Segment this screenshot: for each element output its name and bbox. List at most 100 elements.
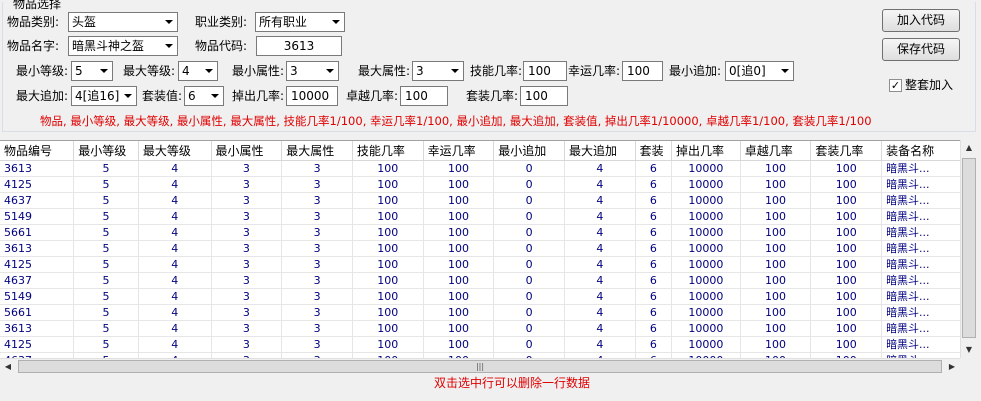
chevron-down-icon bbox=[322, 62, 338, 80]
table-row[interactable]: 4637543310010004610000100100暗黑斗... bbox=[0, 272, 960, 289]
table-row[interactable]: 4125 5 4 3 3 100 100 0 4 6 10000 100 100 暗黑斗... bbox=[0, 336, 960, 353]
table-cell: 100 bbox=[810, 176, 883, 193]
table-cell: 4125 bbox=[0, 336, 75, 353]
table-cell: 5 bbox=[73, 192, 139, 209]
column-header[interactable]: 套装 bbox=[635, 141, 673, 161]
category-label: 物品类别: bbox=[7, 15, 60, 29]
max-level-combo[interactable]: 4 bbox=[178, 61, 218, 81]
set-rate-label: 套装几率: bbox=[466, 89, 519, 103]
min-attr-combo[interactable]: 3 bbox=[286, 61, 339, 81]
chevron-down-icon bbox=[207, 87, 223, 105]
category-value: 头盔 bbox=[72, 15, 97, 29]
table-cell: 暗黑斗... bbox=[881, 208, 960, 225]
table-cell: 3613 bbox=[0, 240, 75, 257]
table-cell: 6 bbox=[635, 224, 673, 241]
table-cell: 4 bbox=[564, 336, 636, 353]
table-cell: 暗黑斗... bbox=[881, 224, 960, 241]
set-value-combo[interactable]: 6 bbox=[184, 86, 224, 106]
max-attr-combo[interactable]: 3 bbox=[412, 61, 464, 81]
table-cell: 100 bbox=[423, 160, 495, 177]
table-cell: 5 bbox=[73, 208, 139, 225]
scroll-right-icon[interactable]: ▶ bbox=[944, 359, 960, 375]
category-combo[interactable]: 头盔 bbox=[68, 12, 178, 32]
table-row[interactable]: 5661 5 4 3 3 100 100 0 4 6 10000 100 100 暗黑斗... bbox=[0, 304, 960, 321]
table-row[interactable]: 3613 5 4 3 3 100 100 0 4 6 10000 100 100 暗黑斗... bbox=[0, 240, 960, 257]
column-header[interactable]: 技能几率 bbox=[352, 141, 424, 161]
table-row[interactable]: 5661 5 4 3 3 100 100 0 4 6 10000 100 100 暗黑斗... bbox=[0, 224, 960, 241]
table-cell: 4 bbox=[564, 288, 636, 305]
drop-rate-input[interactable]: 10000 bbox=[286, 86, 338, 106]
table-cell: 6 bbox=[635, 176, 673, 193]
table-cell: 100 bbox=[740, 240, 812, 257]
luck-rate-label: 幸运几率: bbox=[568, 64, 621, 78]
table-row[interactable]: 4637543310010004610000100100暗黑斗... bbox=[0, 192, 960, 209]
column-header[interactable]: 最大追加 bbox=[564, 141, 636, 161]
column-header[interactable]: 最小等级 bbox=[73, 141, 139, 161]
column-header[interactable]: 装备名称 bbox=[881, 141, 960, 161]
min-level-label: 最小等级: bbox=[16, 64, 69, 78]
scroll-up-icon[interactable]: ▲ bbox=[961, 140, 977, 156]
table-cell: 4 bbox=[138, 192, 212, 209]
table-cell: 3 bbox=[211, 256, 283, 273]
table-cell: 5 bbox=[73, 256, 139, 273]
save-code-button[interactable]: 保存代码 bbox=[882, 38, 960, 61]
table-cell: 3 bbox=[281, 224, 353, 241]
whole-set-checkbox[interactable]: ✓ bbox=[889, 79, 902, 92]
table-cell: 5 bbox=[73, 272, 139, 289]
table-row[interactable]: 5149 5 4 3 3 100 100 0 4 6 10000 100 100 暗黑斗... bbox=[0, 208, 960, 225]
set-rate-input[interactable]: 100 bbox=[520, 86, 568, 106]
table-cell: 10000 bbox=[671, 160, 741, 177]
table-cell: 3 bbox=[281, 272, 353, 289]
add-code-button[interactable]: 加入代码 bbox=[882, 9, 960, 32]
column-header[interactable]: 最大属性 bbox=[281, 141, 353, 161]
table-cell: 100 bbox=[810, 160, 883, 177]
table-row[interactable]: 4125 5 4 3 3 100 100 0 4 6 10000 100 100 暗黑斗... bbox=[0, 176, 960, 193]
column-header[interactable]: 最大等级 bbox=[138, 141, 212, 161]
table-cell: 4 bbox=[564, 208, 636, 225]
column-header[interactable]: 物品编号 bbox=[0, 141, 75, 161]
chevron-down-icon bbox=[161, 13, 177, 31]
max-add-combo[interactable]: 4[追16] bbox=[71, 86, 137, 106]
column-header[interactable]: 掉出几率 bbox=[671, 141, 741, 161]
column-header[interactable]: 最小属性 bbox=[211, 141, 283, 161]
luck-rate-input[interactable]: 100 bbox=[622, 61, 663, 81]
table-row[interactable]: 3613 5 4 3 3 100 100 0 4 6 10000 100 100 暗黑斗... bbox=[0, 160, 960, 177]
vertical-scroll-thumb[interactable] bbox=[962, 158, 976, 338]
table-row[interactable]: 4125 5 4 3 3 100 100 0 4 6 10000 100 100 暗黑斗... bbox=[0, 256, 960, 273]
table-row[interactable]: 5149 5 4 3 3 100 100 0 4 6 10000 100 100 暗黑斗... bbox=[0, 288, 960, 305]
table-cell: 3 bbox=[211, 192, 283, 209]
scroll-down-icon[interactable]: ▼ bbox=[961, 342, 977, 358]
table-cell: 10000 bbox=[671, 208, 741, 225]
min-attr-label: 最小属性: bbox=[232, 64, 285, 78]
table-cell: 6 bbox=[635, 336, 673, 353]
footer-hint: 双击选中行可以删除一行数据 bbox=[434, 376, 591, 390]
scroll-left-icon[interactable]: ◀ bbox=[0, 359, 16, 375]
column-header[interactable]: 卓越几率 bbox=[740, 141, 812, 161]
column-header[interactable]: 最小追加 bbox=[493, 141, 565, 161]
table-cell: 0 bbox=[493, 320, 565, 337]
horizontal-scroll-thumb[interactable]: ||| bbox=[18, 360, 942, 373]
table-row[interactable]: 3613 5 4 3 3 100 100 0 4 6 10000 100 100 暗黑斗... bbox=[0, 320, 960, 337]
table-cell: 3 bbox=[211, 320, 283, 337]
min-attr-value: 3 bbox=[290, 64, 298, 78]
column-header[interactable]: 套装几率 bbox=[810, 141, 883, 161]
name-combo[interactable]: 暗黑斗神之盔 bbox=[68, 36, 178, 56]
horizontal-scrollbar[interactable]: ◀ ||| ▶ bbox=[0, 358, 960, 374]
min-level-combo[interactable]: 5 bbox=[71, 61, 113, 81]
table-header-row: 物品编号 最小等级 最大等级 最小属性 最大属性 技能几率 幸运几率 最小追加 最大追加 套装 掉出… bbox=[0, 141, 960, 161]
table-cell: 100 bbox=[352, 320, 424, 337]
item-code-table[interactable]: 物品编号 最小等级 最大等级 最小属性 最大属性 技能几率 幸运几率 最小追加 最大追加 套装 掉出… bbox=[0, 140, 960, 358]
column-header[interactable]: 幸运几率 bbox=[423, 141, 495, 161]
class-combo[interactable]: 所有职业 bbox=[255, 12, 345, 32]
code-input[interactable]: 3613 bbox=[256, 36, 342, 56]
min-add-combo[interactable]: 0[追0] bbox=[725, 61, 794, 81]
table-cell: 100 bbox=[423, 192, 495, 209]
skill-rate-input[interactable]: 100 bbox=[523, 61, 567, 81]
table-cell: 0 bbox=[493, 208, 565, 225]
vertical-scrollbar[interactable]: ▲ ▼ bbox=[960, 140, 977, 358]
table-cell: 6 bbox=[635, 192, 673, 209]
table-cell: 6 bbox=[635, 320, 673, 337]
excellent-rate-label: 卓越几率: bbox=[346, 89, 399, 103]
class-label: 职业类别: bbox=[195, 15, 248, 29]
excellent-rate-input[interactable]: 100 bbox=[400, 86, 448, 106]
